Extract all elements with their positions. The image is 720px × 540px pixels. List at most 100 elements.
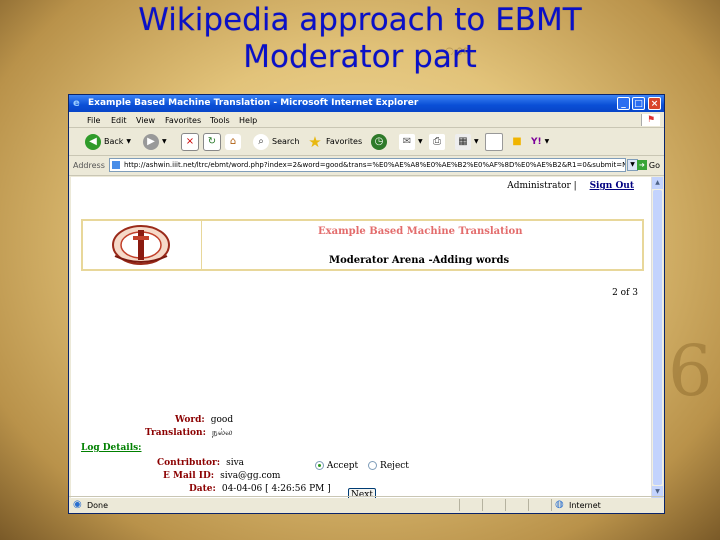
minimize-button[interactable]: _ [617,97,630,110]
slide-title: Wikipedia approach to EBMT Moderator par… [60,2,660,76]
refresh-icon: ↻ [203,132,221,151]
address-bar: Address http://ashwin.iiit.net/ltrc/ebmt… [69,156,664,176]
favorites-label: Favorites [326,137,363,146]
back-arrow-icon: ◀ [85,133,101,150]
translation-row: Translation: நல்ல [145,428,233,439]
discuss-button[interactable] [485,131,503,152]
zone-text: Internet [569,501,601,510]
edit-page-icon: ▦ [455,133,471,150]
contributor-value: siva [226,458,245,468]
status-bar: ◉ Done ◍ Internet [69,496,664,513]
slide-title-line1: Wikipedia approach to EBMT [138,2,582,38]
translation-value: நல்ல [211,428,233,438]
reject-label: Reject [380,461,409,471]
slide-title-line2: Moderator part [243,39,477,75]
date-label: Date: [189,484,216,494]
stop-button[interactable]: × [181,131,199,152]
address-input[interactable]: http://ashwin.iiit.net/ltrc/ebmt/word.ph… [109,158,626,172]
window-title: Example Based Machine Translation - Micr… [88,98,419,108]
browser-window: e Example Based Machine Translation - Mi… [68,94,665,514]
stop-icon: × [181,132,199,151]
messenger-button[interactable]: ■ [509,131,525,152]
log-details-link[interactable]: Log Details: [81,443,142,453]
translation-label: Translation: [145,428,206,438]
menu-view[interactable]: View [136,116,155,125]
address-url: http://ashwin.iiit.net/ltrc/ebmt/word.ph… [124,161,626,169]
back-label: Back [104,137,124,146]
page-content: Administrator | Sign Out Example Based M… [71,177,652,498]
forward-arrow-icon: ▶ [143,133,159,150]
home-icon: ⌂ [225,133,241,150]
search-button[interactable]: ⌕ Search [253,131,299,152]
yahoo-button[interactable]: Y! ▼ [531,131,549,152]
menu-favorites[interactable]: Favorites [165,116,201,125]
back-button[interactable]: ◀ Back ▼ [85,131,131,152]
vertical-scrollbar[interactable]: ▲ ▼ [651,177,663,498]
search-icon: ⌕ [253,133,269,150]
scroll-thumb[interactable] [653,190,662,485]
header-title: Example Based Machine Translation [318,226,523,237]
accept-radio[interactable] [315,461,324,470]
accept-option[interactable]: Accept [315,461,358,471]
windows-flag-icon: ⚑ [641,114,660,126]
accept-label: Accept [326,461,359,471]
messenger-icon: ■ [512,135,522,147]
address-label: Address [73,161,105,170]
mail-button[interactable]: ✉ ▼ [399,131,423,152]
page-header: Example Based Machine Translation Modera… [81,219,644,271]
background-numeral: 6 [668,330,713,412]
discuss-icon [485,132,503,151]
logo-cell [83,221,202,269]
back-dropdown-icon: ▼ [126,138,132,145]
toolbar: ◀ Back ▼ ▶ ▼ × ↻ ⌂ ⌕ Search ★ Favorites … [69,128,664,156]
home-button[interactable]: ⌂ [225,131,241,152]
page-done-icon: ◉ [73,499,82,510]
forward-button[interactable]: ▶ ▼ [143,131,167,152]
mail-dropdown-icon: ▼ [418,138,423,145]
reject-radio[interactable] [368,461,378,470]
menu-help[interactable]: Help [239,116,257,125]
menu-bar: File Edit View Favorites Tools Help ⚑ [69,113,664,128]
menu-tools[interactable]: Tools [210,116,230,125]
favorites-star-icon: ★ [308,132,322,151]
date-row: Date: 04-04-06 [ 4:26:56 PM ] [189,484,331,494]
word-row: Word: good [175,415,233,425]
status-text: Done [87,501,109,510]
menu-file[interactable]: File [87,116,100,125]
go-button[interactable]: ➜ Go [636,160,660,170]
edit-dropdown-icon: ▼ [474,138,479,145]
window-titlebar[interactable]: e Example Based Machine Translation - Mi… [69,95,664,112]
go-label: Go [648,160,660,170]
contributor-row: Contributor: siva [157,458,244,468]
word-label: Word: [175,415,205,425]
email-value: siva@gg.com [220,471,281,481]
reject-option[interactable]: Reject [368,461,409,471]
email-label: E Mail ID: [163,471,215,481]
close-button[interactable]: × [648,97,661,110]
word-value: good [210,415,234,425]
print-button[interactable]: ⎙ [429,131,445,152]
menu-edit[interactable]: Edit [111,116,127,125]
email-row: E Mail ID: siva@gg.com [163,471,280,481]
decision-radio-group: Accept Reject [315,461,409,471]
history-button[interactable]: ◷ [371,131,387,152]
scroll-up-icon[interactable]: ▲ [652,177,663,189]
forward-dropdown-icon: ▼ [162,138,167,145]
contributor-label: Contributor: [157,458,221,468]
yahoo-logo-icon: Y! [531,136,542,147]
page-icon [112,161,120,169]
sign-out-link[interactable]: Sign Out [590,181,634,191]
maximize-button[interactable]: □ [632,97,645,110]
admin-bar: Administrator | Sign Out [507,181,634,191]
mail-icon: ✉ [399,133,415,150]
admin-label: Administrator | [507,181,577,191]
ie-logo-icon: e [73,98,80,109]
favorites-button[interactable]: ★ Favorites [307,131,362,152]
refresh-button[interactable]: ↻ [203,131,221,152]
search-label: Search [272,137,300,146]
history-icon: ◷ [371,133,387,150]
go-arrow-icon: ➜ [636,160,647,170]
header-subtitle: Moderator Arena -Adding words [329,255,510,266]
edit-button[interactable]: ▦ ▼ [455,131,479,152]
internet-zone-icon: ◍ [555,499,564,510]
